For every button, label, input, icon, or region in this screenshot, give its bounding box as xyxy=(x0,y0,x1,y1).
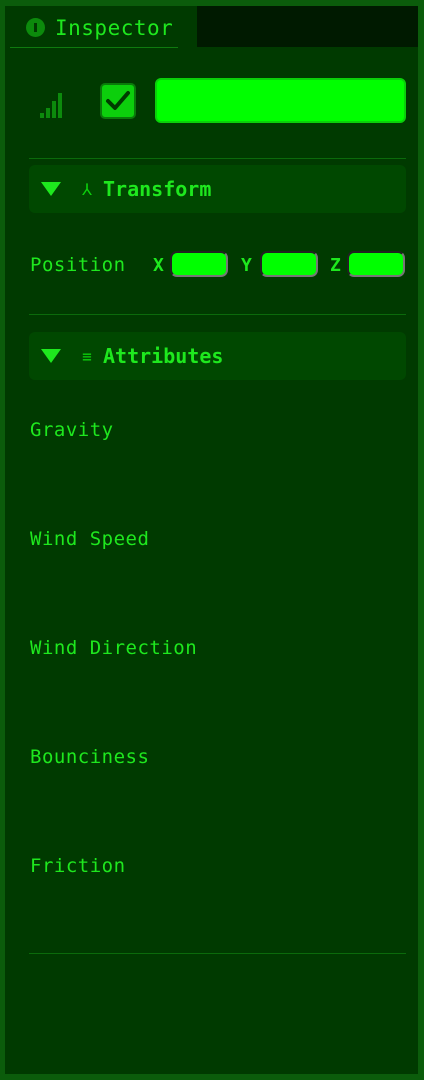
attributes-title: Attributes xyxy=(103,344,224,368)
position-z-input[interactable] xyxy=(347,251,405,277)
position-y-input[interactable] xyxy=(260,251,318,277)
triangle-down-icon[interactable] xyxy=(41,349,61,363)
divider xyxy=(29,314,406,315)
enabled-checkbox[interactable] xyxy=(100,83,136,119)
x-axis-label: X xyxy=(153,255,164,276)
attribute-wind-speed-label: Wind Speed xyxy=(30,528,150,550)
attribute-friction-label: Friction xyxy=(30,855,126,877)
object-name-input[interactable] xyxy=(155,78,406,123)
divider xyxy=(29,158,406,159)
triangle-down-icon[interactable] xyxy=(41,182,61,196)
sliders-icon: ≡ xyxy=(82,346,92,366)
signal-icon xyxy=(40,90,68,118)
tab-bar-empty xyxy=(197,6,418,47)
info-icon xyxy=(26,18,45,37)
attributes-section-header[interactable]: ≡ Attributes xyxy=(29,332,406,380)
z-axis-label: Z xyxy=(330,255,341,276)
transform-section-header[interactable]: ⅄ Transform xyxy=(29,165,406,213)
transform-axes-icon: ⅄ xyxy=(82,179,92,199)
position-label: Position xyxy=(30,254,126,276)
attribute-gravity-label: Gravity xyxy=(30,419,114,441)
checkmark-icon xyxy=(106,91,130,110)
position-x-input[interactable] xyxy=(170,251,228,277)
tab-title: Inspector xyxy=(55,15,174,40)
attribute-bounciness-label: Bounciness xyxy=(30,746,150,768)
tab-inspector[interactable]: Inspector xyxy=(10,8,178,48)
attribute-wind-direction-label: Wind Direction xyxy=(30,637,198,659)
y-axis-label: Y xyxy=(241,255,252,276)
divider xyxy=(29,953,406,954)
transform-title: Transform xyxy=(103,177,212,201)
